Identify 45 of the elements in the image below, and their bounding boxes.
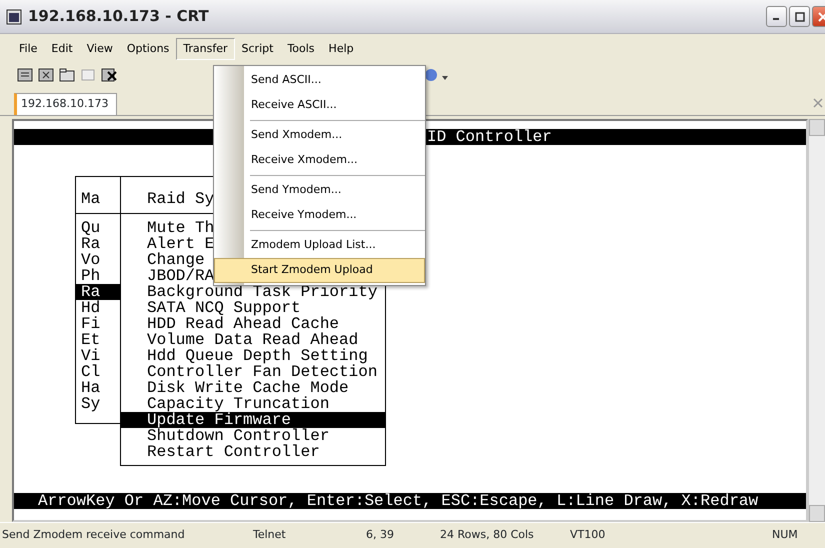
menu-item[interactable]: Send ASCII... — [214, 68, 425, 93]
menu-item[interactable]: Edit — [44, 38, 80, 60]
window-title: 192.168.10.173 - CRT — [28, 6, 209, 28]
terminal-app-icon — [6, 8, 22, 24]
quick-connect-icon[interactable] — [37, 66, 55, 84]
protocol-label: Telnet — [253, 527, 286, 544]
menu-option[interactable]: Disk Write Cache Mode — [121, 380, 385, 396]
menu-item[interactable]: Script — [234, 38, 280, 60]
maximize-icon — [794, 12, 804, 22]
scroll-bar[interactable] — [808, 119, 825, 522]
menu-title: Raid Sy — [146, 190, 214, 208]
terminal-size: 24 Rows, 80 Cols — [440, 527, 534, 544]
connect-icon[interactable] — [16, 66, 34, 84]
menu-item[interactable]: Send Ymodem... — [214, 178, 425, 203]
num-lock-indicator: NUM — [772, 527, 798, 544]
minimize-button[interactable] — [766, 6, 787, 27]
menu-item[interactable]: File — [12, 38, 44, 60]
menu-item[interactable]: Tools — [280, 38, 322, 60]
close-icon — [818, 12, 825, 22]
menu-option[interactable]: Controller Fan Detection — [121, 364, 385, 380]
status-message: Send Zmodem receive command — [2, 527, 185, 544]
menu-item[interactable]: Zmodem Upload List... — [214, 233, 425, 258]
session-tab[interactable]: 192.168.10.173 — [14, 92, 118, 115]
emulation-label: VT100 — [570, 527, 606, 544]
menu-item[interactable]: Receive Ymodem... — [214, 203, 425, 228]
cursor-position: 6, 39 — [366, 527, 394, 544]
menu-option[interactable]: Volume Data Read Ahead — [121, 332, 385, 348]
menu-item[interactable]: Help — [322, 38, 361, 60]
menu-item[interactable]: Options — [120, 38, 176, 60]
menu-option[interactable]: Shutdown Controller — [121, 428, 385, 444]
menu-title: Ma — [80, 190, 100, 208]
help-icon[interactable] — [424, 68, 438, 82]
disconnect-icon[interactable] — [100, 66, 118, 84]
menu-option[interactable]: Restart Controller — [121, 444, 385, 460]
menu-item[interactable]: Transfer — [176, 38, 235, 60]
menu-option[interactable]: Hdd Queue Depth Setting — [121, 348, 385, 364]
menu-item[interactable]: View — [80, 38, 120, 60]
menu-option[interactable]: Update Firmware — [121, 412, 385, 428]
menu-option[interactable]: SATA NCQ Support — [121, 300, 385, 316]
menu-item[interactable]: Receive ASCII... — [214, 93, 425, 118]
menu-option[interactable]: Capacity Truncation — [121, 396, 385, 412]
maximize-button[interactable] — [789, 6, 810, 27]
menu-option[interactable]: HDD Read Ahead Cache — [121, 316, 385, 332]
menu-item[interactable]: Receive Xmodem... — [214, 148, 425, 173]
menu-item[interactable]: Start Zmodem Upload — [214, 258, 425, 283]
